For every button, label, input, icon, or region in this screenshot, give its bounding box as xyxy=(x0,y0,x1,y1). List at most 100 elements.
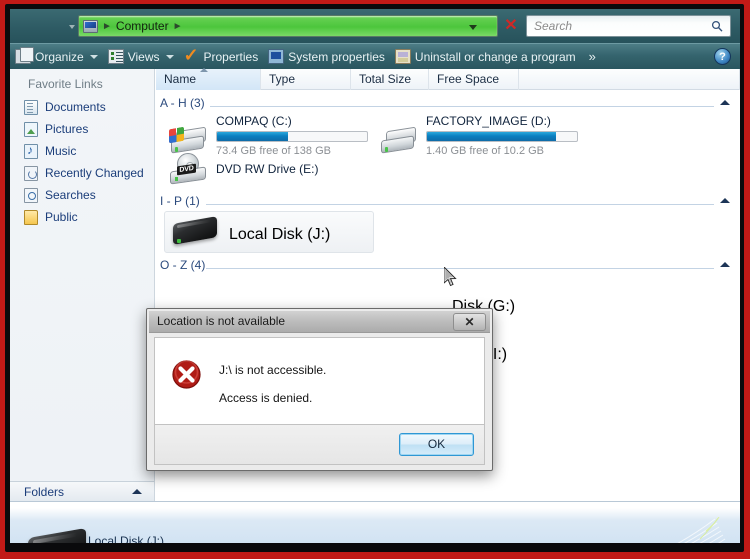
sidebar-label-documents: Documents xyxy=(45,100,106,114)
ok-button[interactable]: OK xyxy=(399,433,474,456)
search-input[interactable]: Search xyxy=(534,19,572,33)
sidebar-label-pictures: Pictures xyxy=(45,122,89,136)
drive-item-local-disk-j[interactable]: Local Disk (J:) xyxy=(164,211,374,253)
details-external-disk-icon xyxy=(28,527,90,543)
chevron-down-icon xyxy=(89,54,98,59)
address-dropdown-icon[interactable] xyxy=(469,25,477,30)
close-icon[interactable]: ✕ xyxy=(453,313,486,331)
chevron-up-icon-group-i[interactable] xyxy=(720,198,730,203)
hard-disk-icon xyxy=(378,125,420,158)
external-disk-icon xyxy=(171,216,221,250)
toolbar-overflow-button[interactable]: » xyxy=(581,49,604,64)
sidebar-item-music[interactable]: Music xyxy=(10,140,154,162)
uninstall-label: Uninstall or change a program xyxy=(414,49,576,64)
sort-ascending-icon xyxy=(200,68,208,72)
drive-free-space-compaq-c: 73.4 GB free of 138 GB xyxy=(216,145,331,157)
history-dropdown-icon[interactable] xyxy=(69,25,75,29)
navigation-pane: Favorite Links Documents Pictures Music … xyxy=(10,69,155,481)
dialog-message-line1: J:\ is not accessible. xyxy=(219,363,327,377)
favorite-links-title: Favorite Links xyxy=(28,77,103,91)
address-bar: ► Computer ► ✕ Search xyxy=(10,9,740,43)
sidebar-label-recently-changed: Recently Changed xyxy=(45,166,144,180)
explorer-window: ► Computer ► ✕ Search Organize Views ✓ P… xyxy=(10,9,740,543)
breadcrumb-computer[interactable]: Computer xyxy=(116,19,169,33)
drive-label-factory-image-d: FACTORY_IMAGE (D:) xyxy=(426,114,551,128)
organize-button[interactable]: Organize xyxy=(10,44,103,70)
sidebar-item-searches[interactable]: Searches xyxy=(10,184,154,206)
dialog-titlebar: Location is not available ✕ xyxy=(149,311,490,333)
checkmark-icon xyxy=(184,45,200,65)
screenshot-frame: ► Computer ► ✕ Search Organize Views ✓ P… xyxy=(0,0,750,559)
chevron-down-icon-2 xyxy=(165,54,174,59)
capacity-bar-factory-d xyxy=(426,131,578,142)
group-header-a-h[interactable]: A - H (3) xyxy=(156,95,740,115)
folders-label: Folders xyxy=(24,484,65,499)
group-label-o-z: O - Z (4) xyxy=(160,258,206,272)
help-button[interactable]: ? xyxy=(714,48,731,65)
drive-label-dvd-e: DVD RW Drive (E:) xyxy=(216,162,319,176)
documents-icon xyxy=(24,99,38,115)
chevron-up-icon-group-a[interactable] xyxy=(720,100,730,105)
capacity-bar-fill xyxy=(217,132,288,141)
sidebar-label-music: Music xyxy=(45,144,77,158)
chevron-up-icon-group-o[interactable] xyxy=(720,262,730,267)
group-divider xyxy=(210,106,714,107)
location-not-available-dialog: Location is not available ✕ J:\ is not a… xyxy=(146,308,493,471)
views-icon xyxy=(107,49,124,64)
computer-icon xyxy=(83,19,98,33)
drive-label-compaq-c: COMPAQ (C:) xyxy=(216,114,292,128)
sidebar-item-documents[interactable]: Documents xyxy=(10,96,154,118)
properties-button[interactable]: Properties xyxy=(179,44,264,70)
system-properties-button[interactable]: System properties xyxy=(263,44,390,70)
details-drive-name: Local Disk (J:) xyxy=(88,534,165,543)
column-header-type[interactable]: Type xyxy=(261,69,351,90)
sidebar-item-recently-changed[interactable]: Recently Changed xyxy=(10,162,154,184)
sidebar-item-public[interactable]: Public xyxy=(10,206,154,228)
sidebar-item-pictures[interactable]: Pictures xyxy=(10,118,154,140)
details-pane: Local Disk (J:) File system: NTFS xyxy=(10,501,740,543)
pictures-icon xyxy=(24,121,38,137)
properties-label: Properties xyxy=(203,49,259,64)
organize-label: Organize xyxy=(35,49,84,64)
sidebar-label-searches: Searches xyxy=(45,188,96,202)
system-properties-label: System properties xyxy=(288,49,385,64)
chevron-up-icon xyxy=(132,489,142,494)
group-divider-2 xyxy=(206,204,714,205)
breadcrumb-separator-icon: ► xyxy=(102,20,112,32)
dialog-footer: OK xyxy=(154,425,485,465)
capacity-bar-fill-d xyxy=(427,132,556,141)
address-input[interactable]: ► Computer ► xyxy=(78,15,498,37)
mouse-cursor xyxy=(444,267,457,287)
breadcrumb-separator-icon-2[interactable]: ► xyxy=(169,21,187,32)
folders-pane-toggle[interactable]: Folders xyxy=(10,481,155,501)
views-label: Views xyxy=(127,49,160,64)
organize-icon xyxy=(15,47,34,64)
search-box[interactable]: Search xyxy=(526,15,731,37)
group-label-i-p: I - P (1) xyxy=(160,194,200,208)
dialog-message-line2: Access is denied. xyxy=(219,391,313,405)
error-cross-icon xyxy=(172,360,201,389)
search-icon xyxy=(711,20,723,32)
group-divider-3 xyxy=(206,268,714,269)
sidebar-label-public: Public xyxy=(45,210,78,224)
recently-changed-icon xyxy=(24,165,38,181)
column-header-free-space[interactable]: Free Space xyxy=(429,69,519,90)
stop-button[interactable]: ✕ xyxy=(501,16,521,36)
uninstall-button[interactable]: Uninstall or change a program xyxy=(390,44,581,70)
drive-free-space-factory-d: 1.40 GB free of 10.2 GB xyxy=(426,145,545,157)
column-header-name[interactable]: Name xyxy=(156,68,261,90)
drive-label-local-disk-j: Local Disk (J:) xyxy=(229,226,331,243)
searches-icon xyxy=(24,187,38,203)
aurora-swoosh-decoration xyxy=(677,517,726,543)
windows-flag-icon xyxy=(169,126,184,144)
group-header-i-p[interactable]: I - P (1) xyxy=(156,193,740,213)
explorer-body: Favorite Links Documents Pictures Music … xyxy=(10,68,740,543)
column-header-blank[interactable] xyxy=(519,69,740,90)
dvd-drive-icon: DVD xyxy=(168,153,210,187)
capacity-bar-compaq-c xyxy=(216,131,368,142)
column-header-total-size[interactable]: Total Size xyxy=(351,69,429,90)
monitor-icon xyxy=(268,49,285,64)
music-icon xyxy=(24,143,38,159)
views-button[interactable]: Views xyxy=(103,44,179,70)
column-header-row: Name Type Total Size Free Space xyxy=(156,68,740,90)
